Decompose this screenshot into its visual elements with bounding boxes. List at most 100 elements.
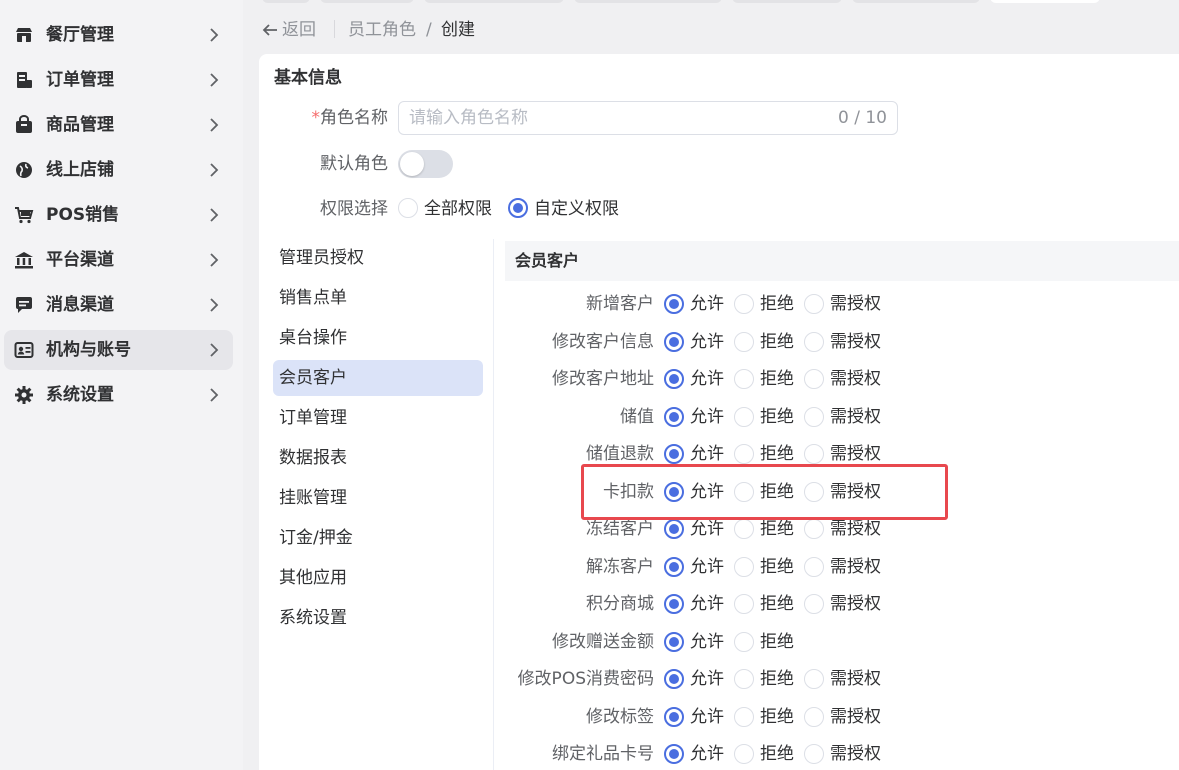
auth-radio[interactable] — [804, 557, 824, 577]
sidebar-item-orders[interactable]: 订单管理 — [4, 60, 233, 100]
custom-permissions-label[interactable]: 自定义权限 — [534, 197, 619, 221]
allow-radio[interactable] — [664, 332, 684, 352]
auth-option-label[interactable]: 需授权 — [830, 330, 881, 354]
auth-option-label[interactable]: 需授权 — [830, 517, 881, 541]
allow-option-label[interactable]: 允许 — [690, 555, 724, 579]
tab-stub[interactable] — [424, 0, 564, 3]
sidebar-item-org-accounts[interactable]: 机构与账号 — [4, 330, 233, 370]
role-name-field[interactable]: 0 / 10 — [398, 101, 898, 135]
default-role-switch[interactable] — [398, 150, 453, 178]
allow-option-label[interactable]: 允许 — [690, 292, 724, 316]
tab-stub[interactable] — [574, 0, 722, 3]
auth-option-label[interactable]: 需授权 — [830, 442, 881, 466]
category-item-active[interactable]: 会员客户 — [273, 360, 483, 396]
deny-radio[interactable] — [734, 519, 754, 539]
allow-option-label[interactable]: 允许 — [690, 667, 724, 691]
custom-permissions-radio[interactable] — [508, 198, 528, 218]
category-item[interactable]: 桌台操作 — [273, 320, 483, 356]
auth-option-label[interactable]: 需授权 — [830, 292, 881, 316]
all-permissions-radio[interactable] — [398, 198, 418, 218]
category-item[interactable]: 挂账管理 — [273, 480, 483, 516]
deny-radio[interactable] — [734, 444, 754, 464]
deny-radio[interactable] — [734, 744, 754, 764]
sidebar-item-platform-channels[interactable]: 平台渠道 — [4, 240, 233, 280]
auth-option-label[interactable]: 需授权 — [830, 705, 881, 729]
deny-radio[interactable] — [734, 669, 754, 689]
deny-option-label[interactable]: 拒绝 — [760, 367, 794, 391]
auth-radio[interactable] — [804, 444, 824, 464]
deny-radio[interactable] — [734, 369, 754, 389]
auth-radio[interactable] — [804, 294, 824, 314]
allow-radio[interactable] — [664, 294, 684, 314]
auth-option-label[interactable]: 需授权 — [830, 592, 881, 616]
deny-radio[interactable] — [734, 557, 754, 577]
allow-radio[interactable] — [664, 707, 684, 727]
category-item[interactable]: 销售点单 — [273, 280, 483, 316]
allow-radio[interactable] — [664, 669, 684, 689]
deny-radio[interactable] — [734, 332, 754, 352]
category-item[interactable]: 系统设置 — [273, 600, 483, 636]
sidebar-item-restaurant[interactable]: 餐厅管理 — [4, 15, 233, 55]
category-item[interactable]: 订金/押金 — [273, 520, 483, 556]
allow-option-label[interactable]: 允许 — [690, 592, 724, 616]
category-item[interactable]: 其他应用 — [273, 560, 483, 596]
sidebar-item-message-channels[interactable]: 消息渠道 — [4, 285, 233, 325]
tab-stub[interactable] — [852, 0, 980, 3]
back-button[interactable]: 返回 — [262, 18, 316, 42]
auth-radio[interactable] — [804, 369, 824, 389]
sidebar-item-pos[interactable]: POS销售 — [4, 195, 233, 235]
deny-radio[interactable] — [734, 294, 754, 314]
auth-radio[interactable] — [804, 519, 824, 539]
tab-stub[interactable] — [320, 0, 414, 3]
allow-radio[interactable] — [664, 444, 684, 464]
auth-radio[interactable] — [804, 707, 824, 727]
allow-radio[interactable] — [664, 369, 684, 389]
auth-option-label[interactable]: 需授权 — [830, 405, 881, 429]
auth-radio[interactable] — [804, 744, 824, 764]
auth-option-label[interactable]: 需授权 — [830, 742, 881, 766]
all-permissions-label[interactable]: 全部权限 — [424, 197, 492, 221]
allow-option-label[interactable]: 允许 — [690, 405, 724, 429]
allow-option-label[interactable]: 允许 — [690, 517, 724, 541]
deny-radio[interactable] — [734, 632, 754, 652]
allow-radio[interactable] — [664, 557, 684, 577]
deny-option-label[interactable]: 拒绝 — [760, 742, 794, 766]
deny-option-label[interactable]: 拒绝 — [760, 292, 794, 316]
deny-option-label[interactable]: 拒绝 — [760, 667, 794, 691]
allow-radio[interactable] — [664, 407, 684, 427]
deny-radio[interactable] — [734, 407, 754, 427]
auth-option-label[interactable]: 需授权 — [830, 667, 881, 691]
allow-radio[interactable] — [664, 519, 684, 539]
allow-option-label[interactable]: 允许 — [690, 330, 724, 354]
tab-stub[interactable] — [732, 0, 842, 3]
category-item[interactable]: 订单管理 — [273, 400, 483, 436]
deny-option-label[interactable]: 拒绝 — [760, 555, 794, 579]
category-item[interactable]: 数据报表 — [273, 440, 483, 476]
allow-option-label[interactable]: 允许 — [690, 630, 724, 654]
sidebar-item-system-settings[interactable]: 系统设置 — [4, 375, 233, 415]
breadcrumb-parent[interactable]: 员工角色 — [348, 18, 416, 42]
auth-option-label[interactable]: 需授权 — [830, 555, 881, 579]
deny-option-label[interactable]: 拒绝 — [760, 442, 794, 466]
auth-radio[interactable] — [804, 669, 824, 689]
deny-option-label[interactable]: 拒绝 — [760, 705, 794, 729]
category-item[interactable]: 管理员授权 — [273, 240, 483, 276]
auth-radio[interactable] — [804, 407, 824, 427]
allow-option-label[interactable]: 允许 — [690, 367, 724, 391]
allow-radio[interactable] — [664, 594, 684, 614]
allow-option-label[interactable]: 允许 — [690, 742, 724, 766]
sidebar-item-products[interactable]: 商品管理 — [4, 105, 233, 145]
deny-option-label[interactable]: 拒绝 — [760, 517, 794, 541]
deny-option-label[interactable]: 拒绝 — [760, 330, 794, 354]
tab-stub-active[interactable] — [990, 0, 1100, 3]
allow-radio[interactable] — [664, 744, 684, 764]
auth-radio[interactable] — [804, 332, 824, 352]
tab-stub[interactable] — [262, 0, 310, 3]
deny-radio[interactable] — [734, 707, 754, 727]
sidebar-item-online-store[interactable]: 线上店铺 — [4, 150, 233, 190]
deny-radio[interactable] — [734, 594, 754, 614]
deny-option-label[interactable]: 拒绝 — [760, 405, 794, 429]
allow-option-label[interactable]: 允许 — [690, 442, 724, 466]
allow-option-label[interactable]: 允许 — [690, 705, 724, 729]
role-name-input[interactable] — [409, 102, 829, 134]
